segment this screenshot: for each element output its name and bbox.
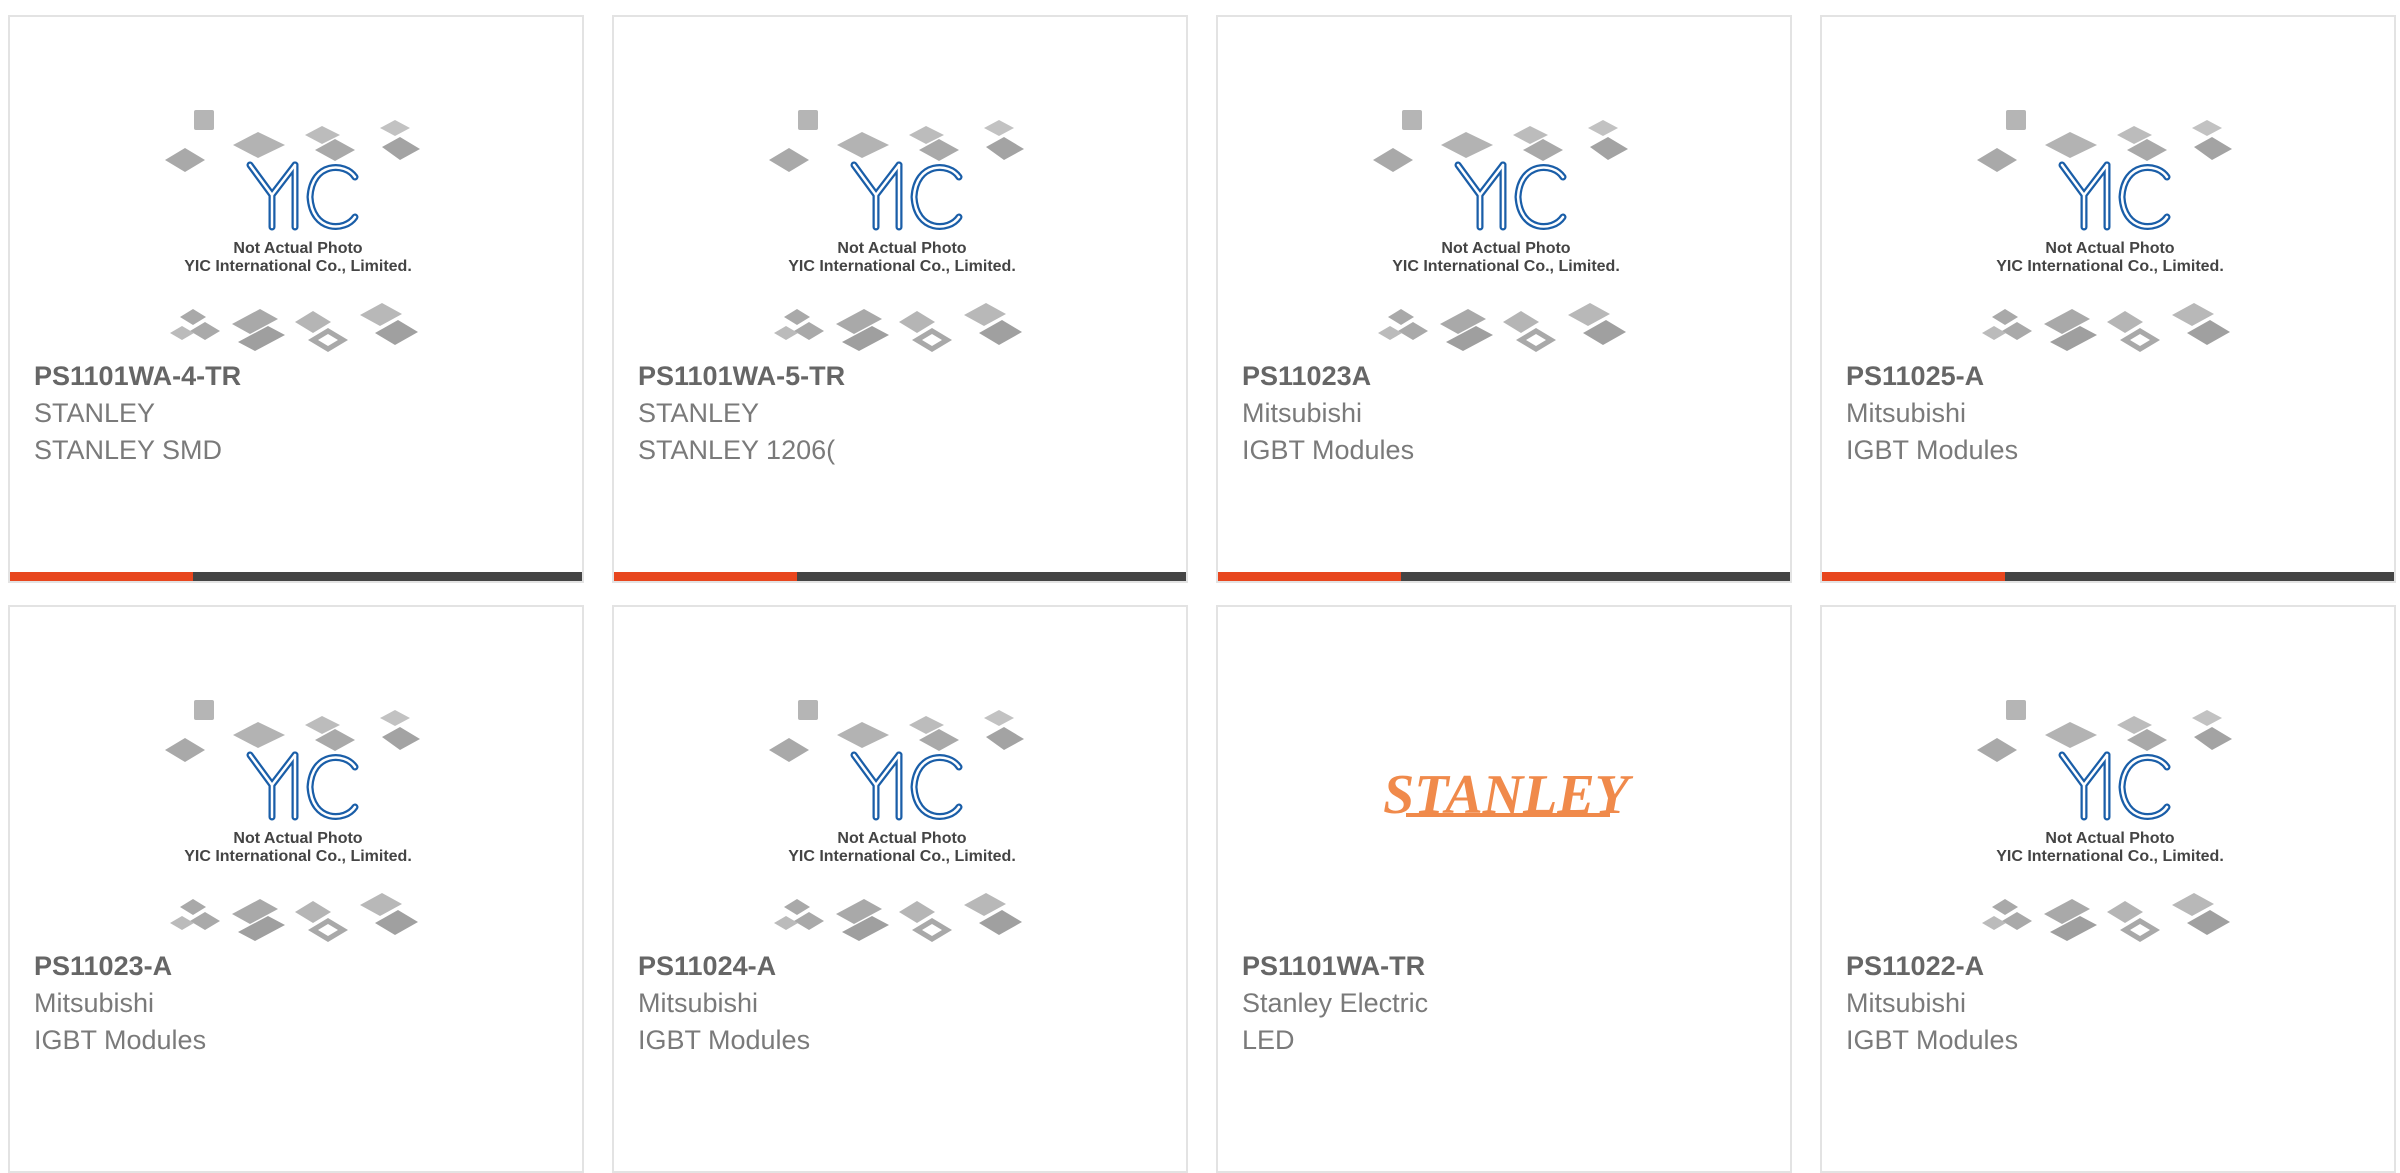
placeholder-chip-image: Not Actual Photo YIC International Co., … [769, 110, 1024, 352]
description-label: IGBT Modules [34, 1025, 207, 1055]
product-image[interactable]: Not Actual Photo YIC International Co., … [10, 607, 582, 947]
card-bottom-bar [1218, 572, 1790, 581]
placeholder-caption-line1: Not Actual Photo [2045, 830, 2174, 847]
card-bottom-accent [1822, 572, 2005, 581]
placeholder-caption-line1: Not Actual Photo [233, 830, 362, 847]
placeholder-caption-line1: Not Actual Photo [837, 830, 966, 847]
product-info: PS11023A Mitsubishi IGBT Modules [1242, 357, 1780, 469]
placeholder-chip-image: Not Actual Photo YIC International Co., … [769, 700, 1024, 942]
product-image[interactable]: Not Actual Photo YIC International Co., … [1822, 17, 2394, 357]
product-card[interactable]: Not Actual Photo YIC International Co., … [1820, 15, 2396, 583]
yic-logo [246, 161, 359, 231]
product-image[interactable]: Not Actual Photo YIC International Co., … [1822, 607, 2394, 947]
placeholder-caption-line2: YIC International Co., Limited. [1996, 848, 2224, 865]
card-bottom-bar [614, 572, 1186, 581]
manufacturer-label: STANLEY [638, 398, 760, 428]
placeholder-chip-image: Not Actual Photo YIC International Co., … [165, 700, 420, 942]
placeholder-caption-line1: Not Actual Photo [233, 240, 362, 257]
manufacturer-label: STANLEY [34, 398, 156, 428]
product-info: PS11022-A Mitsubishi IGBT Modules [1846, 947, 2384, 1059]
yic-logo [2058, 751, 2171, 821]
placeholder-caption-line2: YIC International Co., Limited. [788, 848, 1016, 865]
stanley-logo-image: STANLEY [1383, 764, 1634, 826]
description-label: IGBT Modules [1846, 435, 2019, 465]
product-grid: Not Actual Photo YIC International Co., … [0, 0, 2400, 1173]
placeholder-chip-image: Not Actual Photo YIC International Co., … [1373, 110, 1628, 352]
product-info: PS1101WA-TR Stanley Electric LED [1242, 947, 1780, 1059]
card-bottom-bar [1822, 572, 2394, 581]
product-card[interactable]: Not Actual Photo YIC International Co., … [8, 605, 584, 1173]
product-image[interactable]: Not Actual Photo YIC International Co., … [1218, 17, 1790, 357]
part-number-link[interactable]: PS11024-A [638, 947, 1176, 985]
part-number-link[interactable]: PS11025-A [1846, 357, 2384, 395]
description-label: STANLEY SMD [34, 435, 223, 465]
placeholder-chip-image: Not Actual Photo YIC International Co., … [1977, 700, 2232, 942]
product-info: PS1101WA-5-TR STANLEY STANLEY 1206( [638, 357, 1176, 469]
manufacturer-label: Mitsubishi [638, 988, 759, 1018]
manufacturer-label: Mitsubishi [1846, 988, 1967, 1018]
placeholder-chip-image: Not Actual Photo YIC International Co., … [1977, 110, 2232, 352]
product-image[interactable]: STANLEY [1218, 607, 1790, 947]
part-number-link[interactable]: PS1101WA-4-TR [34, 357, 572, 395]
product-card[interactable]: Not Actual Photo YIC International Co., … [612, 605, 1188, 1173]
manufacturer-label: Mitsubishi [34, 988, 155, 1018]
placeholder-caption-line2: YIC International Co., Limited. [184, 258, 412, 275]
card-bottom-accent [1218, 572, 1401, 581]
yic-logo [850, 751, 963, 821]
product-info: PS1101WA-4-TR STANLEY STANLEY SMD [34, 357, 572, 469]
placeholder-caption-line2: YIC International Co., Limited. [788, 258, 1016, 275]
manufacturer-label: Mitsubishi [1242, 398, 1363, 428]
yic-logo [246, 751, 359, 821]
yic-logo [1454, 161, 1567, 231]
part-number-link[interactable]: PS1101WA-5-TR [638, 357, 1176, 395]
product-card[interactable]: Not Actual Photo YIC International Co., … [612, 15, 1188, 583]
product-card[interactable]: Not Actual Photo YIC International Co., … [8, 15, 584, 583]
product-info: PS11025-A Mitsubishi IGBT Modules [1846, 357, 2384, 469]
part-number-link[interactable]: PS11023-A [34, 947, 572, 985]
product-info: PS11023-A Mitsubishi IGBT Modules [34, 947, 572, 1059]
placeholder-caption-line1: Not Actual Photo [837, 240, 966, 257]
description-label: IGBT Modules [1242, 435, 1415, 465]
manufacturer-label: Mitsubishi [1846, 398, 1967, 428]
product-image[interactable]: Not Actual Photo YIC International Co., … [614, 607, 1186, 947]
placeholder-caption-line1: Not Actual Photo [1441, 240, 1570, 257]
placeholder-caption-line2: YIC International Co., Limited. [1392, 258, 1620, 275]
product-card[interactable]: Not Actual Photo YIC International Co., … [1216, 15, 1792, 583]
yic-logo [2058, 161, 2171, 231]
part-number-link[interactable]: PS1101WA-TR [1242, 947, 1780, 985]
placeholder-caption-line1: Not Actual Photo [2045, 240, 2174, 257]
product-card[interactable]: STANLEY PS1101WA-TR Stanley Electric LED [1216, 605, 1792, 1173]
product-card[interactable]: Not Actual Photo YIC International Co., … [1820, 605, 2396, 1173]
product-image[interactable]: Not Actual Photo YIC International Co., … [10, 17, 582, 357]
yic-logo [850, 161, 963, 231]
part-number-link[interactable]: PS11023A [1242, 357, 1780, 395]
placeholder-chip-image: Not Actual Photo YIC International Co., … [165, 110, 420, 352]
card-bottom-accent [614, 572, 797, 581]
description-label: LED [1242, 1025, 1295, 1055]
description-label: STANLEY 1206( [638, 435, 836, 465]
product-image[interactable]: Not Actual Photo YIC International Co., … [614, 17, 1186, 357]
placeholder-caption-line2: YIC International Co., Limited. [1996, 258, 2224, 275]
part-number-link[interactable]: PS11022-A [1846, 947, 2384, 985]
card-bottom-accent [10, 572, 193, 581]
description-label: IGBT Modules [1846, 1025, 2019, 1055]
placeholder-caption-line2: YIC International Co., Limited. [184, 848, 412, 865]
description-label: IGBT Modules [638, 1025, 811, 1055]
manufacturer-label: Stanley Electric [1242, 988, 1429, 1018]
card-bottom-bar [10, 572, 582, 581]
product-info: PS11024-A Mitsubishi IGBT Modules [638, 947, 1176, 1059]
